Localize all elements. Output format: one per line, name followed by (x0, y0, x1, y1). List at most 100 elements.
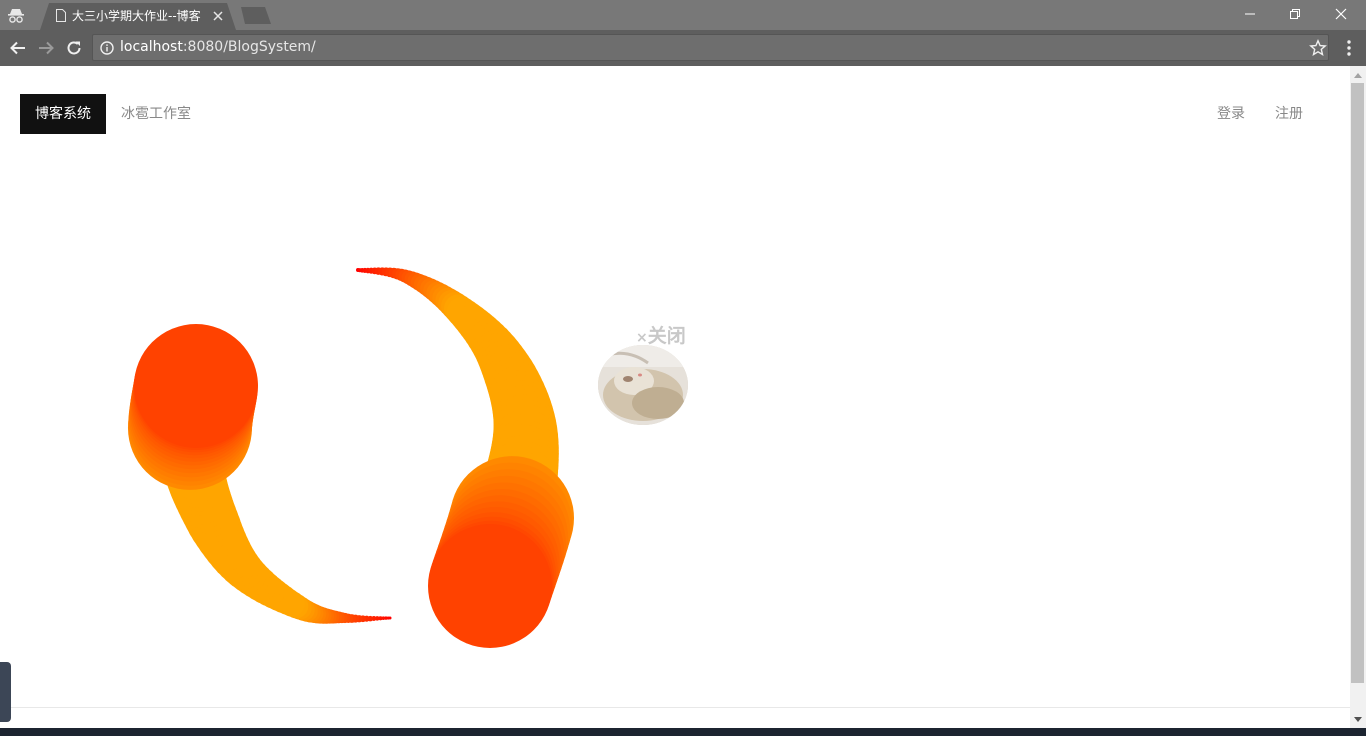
address-bar[interactable]: localhost:8080/BlogSystem/ (92, 34, 1329, 61)
left-arm-dot (304, 603, 324, 624)
left-arm-dot (351, 614, 360, 623)
left-arm-dot (318, 608, 335, 624)
minimize-icon (1245, 13, 1255, 15)
right-arm-dot (473, 326, 517, 370)
right-arm-dot (492, 380, 553, 440)
right-arm-dot (455, 304, 490, 339)
right-arm-dot (489, 424, 559, 495)
right-arm-dot (490, 370, 549, 429)
left-arm-dot (130, 345, 255, 470)
menu-dots-icon[interactable] (1340, 38, 1358, 58)
right-arm-dot (486, 357, 541, 412)
right-arm-dot (385, 267, 395, 278)
right-arm-dot (430, 516, 555, 641)
login-link[interactable]: 登录 (1217, 104, 1245, 124)
right-arm-dot (439, 489, 564, 613)
right-arm-dot (493, 394, 557, 458)
right-arm-dot (417, 276, 436, 296)
left-arm-dot (128, 361, 253, 486)
browser-tab[interactable]: 大三小学期大作业--博客 (40, 3, 236, 30)
register-link[interactable]: 注册 (1275, 104, 1303, 124)
right-arm-dot (438, 289, 465, 317)
left-arm-dot (388, 616, 392, 620)
right-arm-dot (463, 313, 502, 352)
right-arm-dot (479, 456, 556, 533)
left-arm-dot (166, 448, 226, 508)
window-close-icon (1335, 8, 1347, 20)
window-close-button[interactable] (1319, 0, 1363, 28)
reload-button[interactable] (62, 36, 86, 60)
right-arm-dot (468, 319, 510, 360)
left-arm-dot (203, 524, 250, 571)
right-arm-dot (482, 445, 557, 520)
scroll-down-button[interactable] (1350, 711, 1366, 728)
right-arm-dot (429, 520, 554, 645)
left-arm-dot (134, 324, 258, 448)
left-arm-dot (132, 334, 257, 459)
close-icon[interactable] (211, 9, 225, 23)
left-arm-dot (374, 616, 380, 621)
scroll-thumb[interactable] (1351, 83, 1364, 683)
side-widget[interactable] (0, 662, 11, 722)
left-arm-dot (292, 598, 315, 621)
url-text[interactable]: localhost:8080/BlogSystem/ (120, 39, 316, 56)
right-arm-dot (460, 310, 498, 347)
left-arm-dot (381, 616, 386, 621)
reload-icon (67, 41, 81, 55)
right-arm-dot (428, 524, 552, 648)
right-arm-dot (410, 273, 428, 291)
left-arm-dot (279, 591, 305, 617)
back-button[interactable] (6, 36, 30, 60)
brand-button[interactable]: 博客系统 (20, 94, 106, 134)
url-path: :8080/BlogSystem/ (182, 39, 316, 55)
right-arm-dot (365, 267, 371, 274)
cat-photo (598, 345, 688, 425)
right-arm-dot (388, 267, 400, 279)
minimize-button[interactable] (1228, 0, 1272, 28)
forward-button[interactable] (34, 36, 58, 60)
right-arm-dot (407, 272, 424, 289)
right-arm-dot (371, 267, 379, 275)
right-arm-dot (493, 389, 556, 452)
left-arm-dot (131, 337, 256, 462)
left-arm-dot (259, 578, 290, 609)
right-arm-dot (368, 267, 375, 274)
left-arm-dot (347, 614, 357, 623)
right-arm-dot (470, 322, 513, 365)
left-arm-dot (133, 328, 258, 453)
studio-link[interactable]: 冰雹工作室 (121, 104, 191, 124)
avatar[interactable] (598, 345, 688, 425)
left-arm-dot (132, 331, 257, 456)
left-arm-dot (129, 349, 254, 474)
os-taskbar (0, 728, 1366, 736)
right-arm-dot (486, 435, 559, 508)
restore-button[interactable] (1273, 0, 1317, 28)
tab-title: 大三小学期大作业--博客 (72, 9, 201, 23)
page-scrollbar[interactable] (1350, 66, 1366, 728)
close-x-icon: × (636, 330, 648, 346)
new-tab-button[interactable] (241, 7, 271, 24)
scroll-up-button[interactable] (1350, 66, 1366, 83)
left-arm-dot (384, 616, 388, 620)
left-arm-dot (233, 559, 270, 596)
left-arm-dot (157, 406, 224, 474)
left-arm-dot (343, 613, 354, 624)
left-arm-dot (128, 357, 253, 482)
star-icon[interactable] (1309, 39, 1327, 57)
left-arm-dot (189, 501, 242, 553)
right-arm-dot (458, 307, 494, 343)
left-arm-dot (156, 398, 224, 466)
left-arm-dot (359, 615, 367, 623)
right-arm-dot (429, 283, 453, 307)
left-arm-dot (269, 585, 298, 614)
right-arm-dot (466, 316, 506, 356)
right-arm-dot (489, 366, 546, 423)
right-arm-dot (477, 461, 555, 539)
left-arm-dot (363, 615, 370, 622)
right-arm-dot (488, 361, 544, 417)
left-arm-dot (176, 473, 232, 529)
left-arm-dot (200, 519, 248, 567)
left-arm-dot (355, 615, 363, 623)
info-icon[interactable] (100, 41, 114, 55)
right-arm-dot (444, 475, 569, 600)
